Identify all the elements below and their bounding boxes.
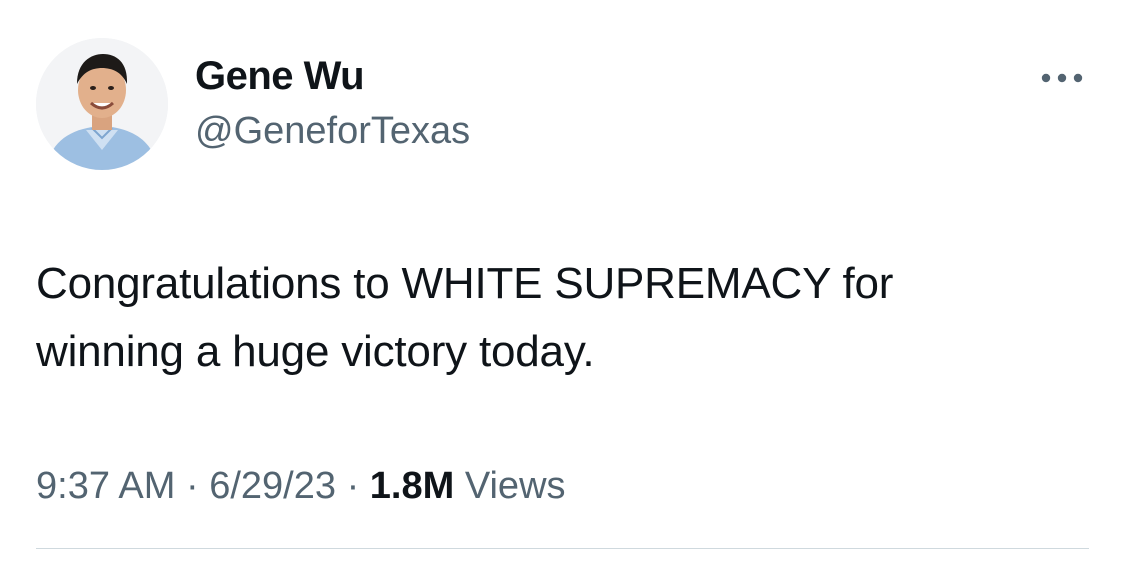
tweet-card: Gene Wu @GeneforTexas Congratulations to… (0, 0, 1125, 574)
tweet-metadata: 9:37 AM · 6/29/23 · 1.8M Views (36, 462, 566, 510)
views-count: 1.8M (369, 465, 455, 507)
author-name[interactable]: Gene Wu (195, 52, 365, 100)
more-options-icon (1041, 73, 1083, 83)
more-options-button[interactable] (1030, 58, 1094, 98)
avatar-photo-icon (36, 38, 168, 170)
meta-separator: · (185, 465, 210, 507)
views-label: Views (464, 465, 566, 507)
meta-separator: · (346, 465, 370, 507)
divider (36, 548, 1089, 549)
tweet-date[interactable]: 6/29/23 (209, 465, 336, 507)
tweet-text: Congratulations to WHITE SUPREMACY for w… (36, 259, 894, 376)
tweet-time[interactable]: 9:37 AM (36, 465, 175, 507)
author-avatar[interactable] (36, 38, 168, 170)
author-handle[interactable]: @GeneforTexas (195, 108, 470, 154)
